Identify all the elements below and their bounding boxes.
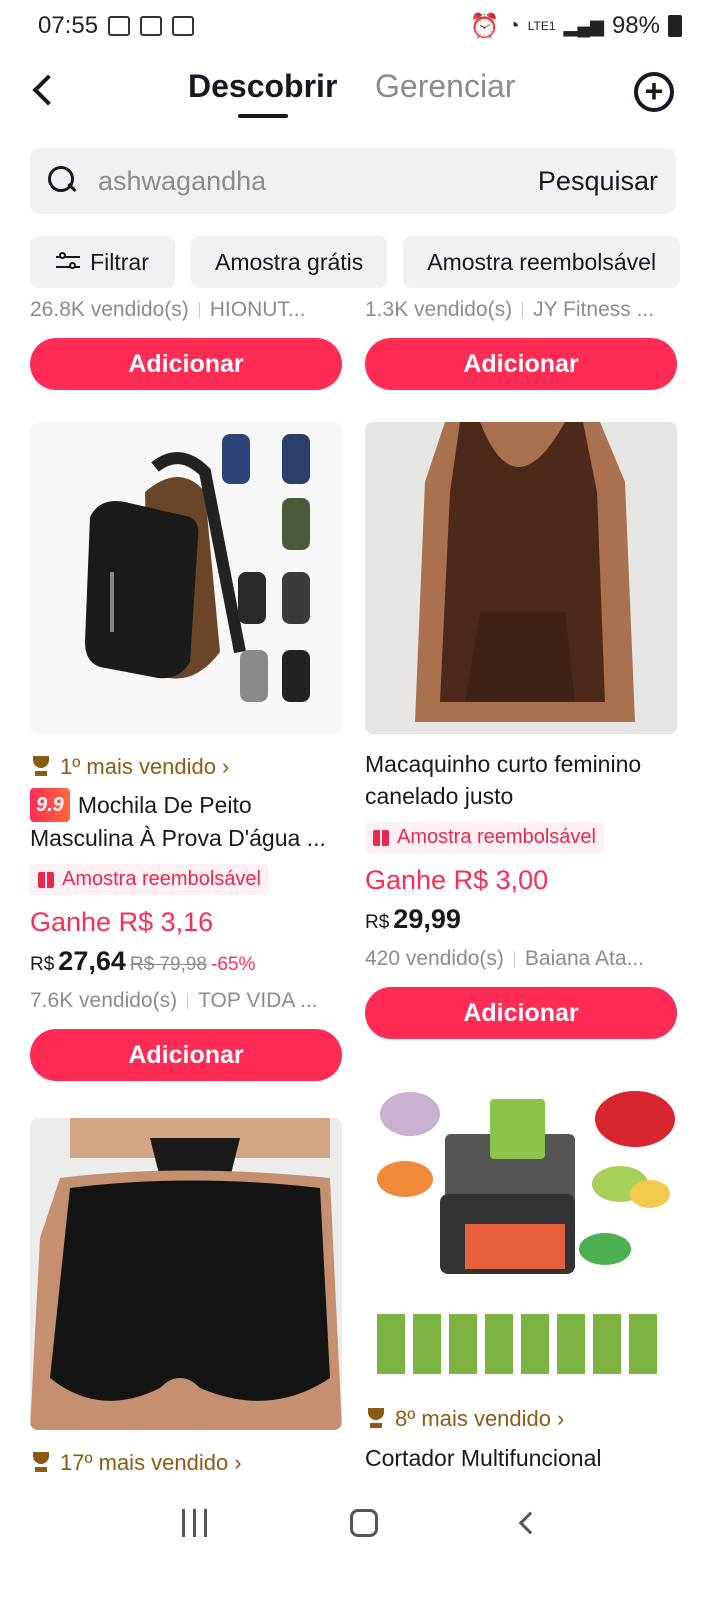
shop-name: JY Fitness ... bbox=[533, 298, 655, 321]
wifi-icon: ◔ bbox=[507, 14, 520, 37]
search-button[interactable]: Pesquisar bbox=[538, 166, 658, 197]
product-image-vegetable-cutter[interactable] bbox=[365, 1074, 677, 1386]
gift-icon bbox=[38, 871, 54, 888]
header: Descobrir Gerenciar + bbox=[0, 58, 720, 130]
add-button[interactable]: Adicionar bbox=[365, 338, 677, 390]
tab-discover[interactable]: Descobrir bbox=[188, 68, 337, 105]
product-title: Mochila De Peito Masculina À Prova D'águ… bbox=[30, 792, 326, 851]
filter-row: Filtrar Amostra grátis Amostra reembolsá… bbox=[30, 236, 681, 288]
home-icon[interactable] bbox=[350, 1509, 379, 1537]
product-title: Macaquinho curto feminino canelado justo bbox=[365, 751, 642, 809]
product-meta: 7.6K vendido(s) TOP VIDA ... bbox=[30, 989, 342, 1013]
nav-back-icon[interactable] bbox=[518, 1511, 542, 1535]
sold-count: 420 vendido(s) bbox=[365, 947, 504, 970]
add-button[interactable]: Adicionar bbox=[365, 987, 677, 1039]
image-notification-icon bbox=[108, 16, 131, 36]
alarm-icon: ⏰ bbox=[469, 12, 500, 40]
trophy-icon bbox=[365, 1408, 387, 1430]
sync-icon bbox=[140, 16, 163, 36]
product-card-prev-left: 26.8K vendido(s) HIONUT... Adicionar bbox=[30, 298, 342, 390]
currency: R$ bbox=[365, 912, 390, 933]
sample-tag-label: Amostra reembolsável bbox=[62, 868, 261, 890]
shop-name: HIONUT... bbox=[209, 298, 306, 321]
chip-free-sample[interactable]: Amostra grátis bbox=[191, 236, 388, 288]
bestseller-rank[interactable]: 1º mais vendido › bbox=[30, 754, 342, 780]
bestseller-rank[interactable]: 17º mais vendido › bbox=[30, 1450, 342, 1476]
battery-icon bbox=[668, 15, 682, 37]
price: 27,64 bbox=[58, 946, 126, 976]
status-time: 07:55 bbox=[38, 12, 99, 39]
promo-badge: 9.9 bbox=[30, 788, 70, 822]
chevron-right-icon: › bbox=[234, 1450, 242, 1475]
sample-tag-label: Amostra reembolsável bbox=[397, 826, 596, 848]
search-icon bbox=[48, 166, 78, 196]
sold-count: 7.6K vendido(s) bbox=[30, 989, 178, 1012]
add-button[interactable]: Adicionar bbox=[30, 338, 342, 390]
rank-label: 17º mais vendido bbox=[60, 1450, 229, 1475]
search-bar: Pesquisar bbox=[30, 148, 676, 214]
gift-icon bbox=[373, 829, 389, 846]
sample-tag: Amostra reembolsável bbox=[365, 822, 604, 853]
product-image-chest-bag[interactable] bbox=[30, 422, 342, 734]
recents-icon[interactable] bbox=[181, 1509, 207, 1537]
filter-label: Filtrar bbox=[90, 248, 149, 275]
chevron-right-icon: › bbox=[222, 754, 230, 779]
product-image-romper[interactable] bbox=[365, 422, 677, 734]
product-meta: 420 vendido(s) Baiana Ata... bbox=[365, 947, 677, 971]
trophy-icon bbox=[30, 1452, 52, 1474]
commission-earn: Ganhe R$ 3,16 bbox=[30, 907, 214, 937]
rank-label: 8º mais vendido bbox=[395, 1406, 552, 1431]
currency: R$ bbox=[30, 954, 55, 975]
shop-name: TOP VIDA ... bbox=[198, 989, 318, 1012]
product-card-prev-right: 1.3K vendido(s) JY Fitness ... Adicionar bbox=[365, 298, 677, 390]
old-price: R$ 79,98 bbox=[129, 954, 207, 975]
tab-active-indicator bbox=[238, 114, 288, 118]
back-button[interactable] bbox=[22, 68, 66, 112]
product-title-wrap: 9.9 Mochila De Peito Masculina À Prova D'… bbox=[30, 788, 342, 854]
add-circle-icon[interactable]: + bbox=[634, 72, 674, 112]
product-meta: 26.8K vendido(s) HIONUT... bbox=[30, 298, 342, 322]
system-nav-bar bbox=[0, 1488, 720, 1558]
product-card[interactable]: 1º mais vendido › 9.9 Mochila De Peito Ma… bbox=[30, 422, 342, 1081]
price-row: R$ 27,64 R$ 79,98 -65% bbox=[30, 946, 342, 977]
product-card[interactable]: 17º mais vendido › bbox=[30, 1118, 342, 1476]
shop-name: Baiana Ata... bbox=[524, 947, 645, 970]
sold-count: 26.8K vendido(s) bbox=[30, 298, 189, 321]
product-card[interactable]: 8º mais vendido › Cortador Multifunciona… bbox=[365, 1074, 677, 1474]
battery-percent: 98% bbox=[611, 12, 660, 39]
rank-label: 1º mais vendido bbox=[60, 754, 217, 779]
network-label: LTE1 bbox=[527, 19, 556, 33]
product-meta: 1.3K vendido(s) JY Fitness ... bbox=[365, 298, 677, 322]
product-card[interactable]: Macaquinho curto feminino canelado justo… bbox=[365, 422, 677, 1039]
discount: -65% bbox=[211, 954, 256, 975]
product-title: Cortador Multifuncional bbox=[365, 1445, 602, 1471]
price-row: R$ 29,99 bbox=[365, 904, 677, 935]
product-image-shorts[interactable] bbox=[30, 1118, 342, 1430]
tab-manage[interactable]: Gerenciar bbox=[375, 68, 516, 105]
trophy-icon bbox=[30, 756, 52, 778]
commission-earn: Ganhe R$ 3,00 bbox=[365, 865, 549, 895]
signal-icon: ▂▄▆ bbox=[563, 15, 604, 36]
price: 29,99 bbox=[393, 904, 461, 934]
bestseller-rank[interactable]: 8º mais vendido › bbox=[365, 1406, 677, 1432]
filter-sliders-icon bbox=[56, 251, 81, 273]
filter-button[interactable]: Filtrar bbox=[30, 236, 175, 288]
sample-tag: Amostra reembolsável bbox=[30, 864, 269, 895]
chip-refundable-sample[interactable]: Amostra reembolsável bbox=[403, 236, 681, 288]
chevron-right-icon: › bbox=[557, 1406, 565, 1431]
status-bar: 07:55 ⏰ ◔ LTE1 ▂▄▆ 98% bbox=[0, 0, 720, 52]
search-input[interactable] bbox=[98, 165, 538, 197]
add-button[interactable]: Adicionar bbox=[30, 1029, 342, 1081]
vpn-icon bbox=[172, 16, 195, 36]
sold-count: 1.3K vendido(s) bbox=[365, 298, 513, 321]
